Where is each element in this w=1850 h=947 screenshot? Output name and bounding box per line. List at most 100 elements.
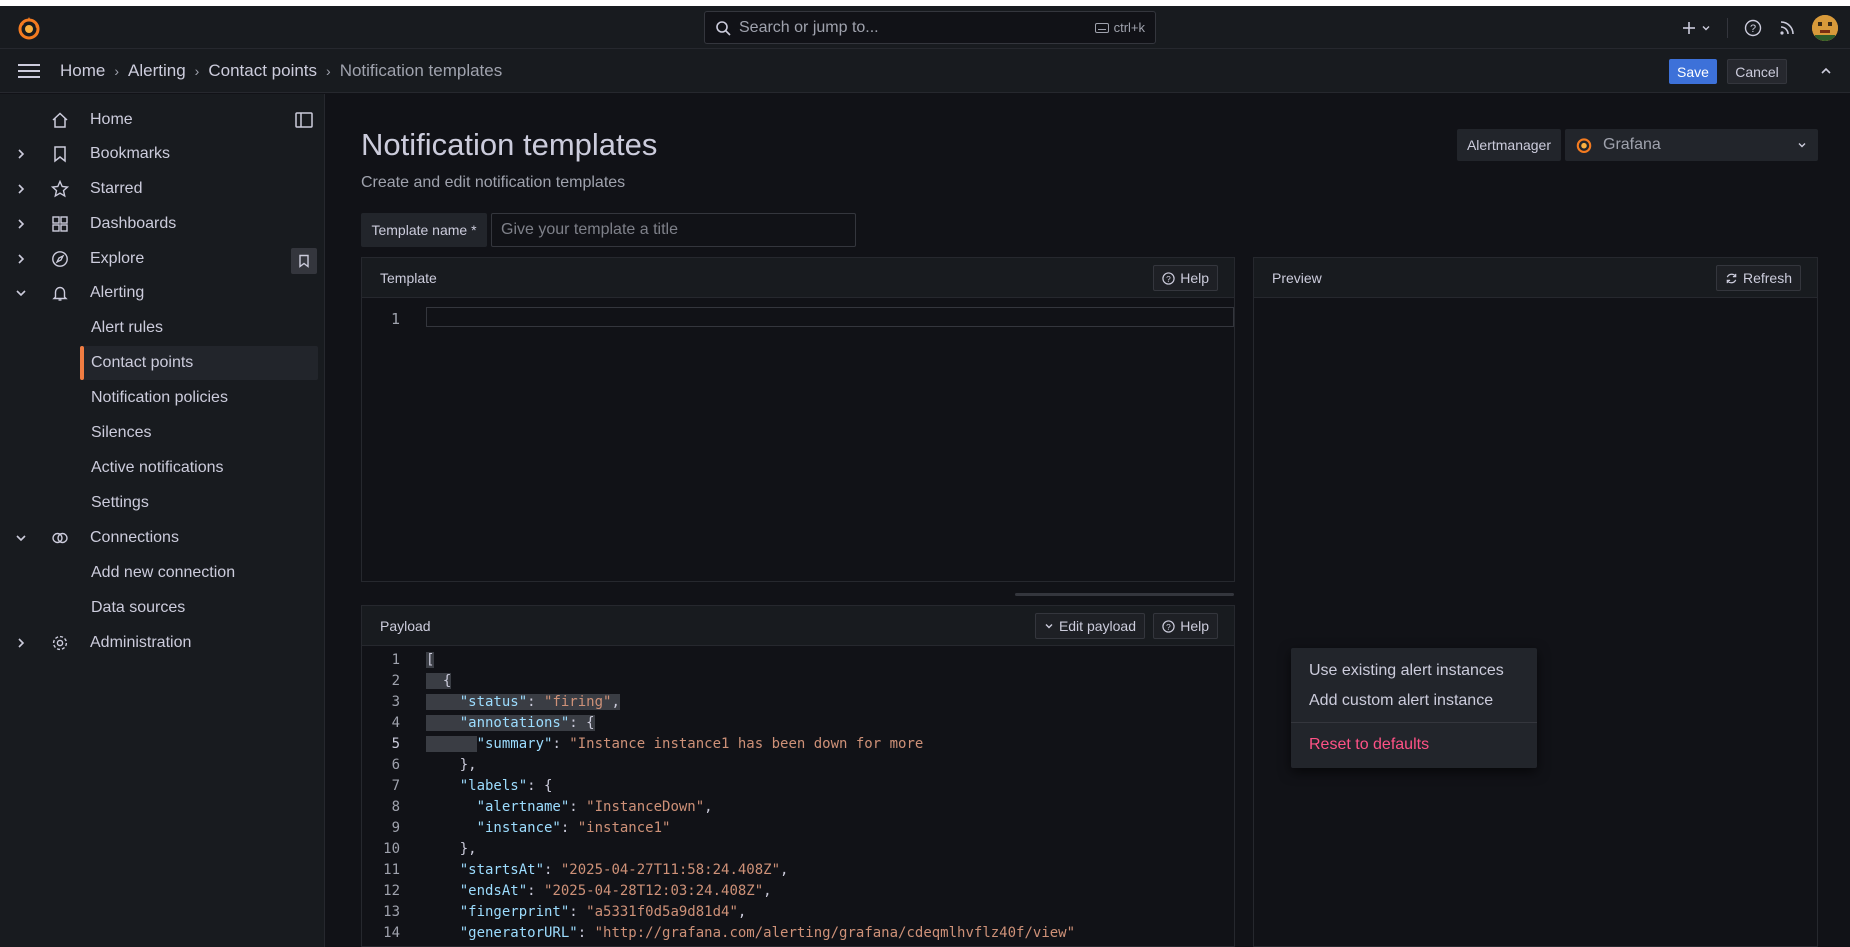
preview-panel: Preview Refresh [1253, 257, 1818, 947]
grafana-logo-icon[interactable] [16, 15, 42, 41]
plus-icon [1683, 22, 1695, 34]
collapse-header-button[interactable] [1815, 60, 1837, 82]
sidebar-item-alert-rules[interactable]: Alert rules [80, 311, 318, 345]
chevron-right-icon[interactable] [14, 252, 28, 266]
chevron-right-icon[interactable] [14, 636, 28, 650]
edit-payload-menu: Use existing alert instances Add custom … [1291, 648, 1537, 768]
sidebar-item-dashboards[interactable]: Dashboards [0, 207, 318, 241]
sidebar-item-contact-points[interactable]: Contact points [80, 346, 318, 380]
sidebar-item-add-new-connection[interactable]: Add new connection [80, 556, 318, 590]
page-title: Notification templates [361, 127, 658, 162]
code-key: "annotations" [459, 715, 570, 731]
star-icon [51, 180, 69, 198]
sidebar-item-data-sources[interactable]: Data sources [80, 591, 318, 625]
page-subtitle: Create and edit notification templates [361, 174, 626, 191]
sidebar-item-label: Alerting [90, 284, 145, 301]
help-label: Help [1180, 270, 1209, 286]
sidebar-item-bookmarks[interactable]: Bookmarks [0, 137, 318, 171]
code-line: "status": "firing", [426, 694, 620, 710]
breadcrumb-alerting[interactable]: Alerting [128, 61, 186, 81]
search-shortcut: ctrl+k [1094, 20, 1145, 35]
line-number: 11 [383, 862, 400, 878]
template-name-input[interactable] [491, 213, 856, 247]
refresh-button[interactable]: Refresh [1715, 265, 1801, 291]
chevron-down-icon[interactable] [14, 286, 28, 300]
sidebar-item-active-notifications[interactable]: Active notifications [80, 451, 318, 485]
code-string: "2025-04-27T11:58:24.408Z" [560, 862, 781, 878]
code-key: "endsAt" [459, 883, 528, 899]
apps-icon [52, 216, 68, 232]
payload-editor[interactable]: 1 2 3 4 5 6 7 8 9 10 11 12 13 14 [ { "st… [362, 646, 1234, 946]
line-number: 3 [391, 694, 400, 710]
breadcrumb-bar: Home › Alerting › Contact points › Notif… [0, 49, 1850, 93]
line-number: 1 [391, 652, 400, 668]
breadcrumb-separator: › [326, 63, 331, 79]
sidebar-item-label: Dashboards [90, 215, 177, 232]
new-menu-button[interactable] [1681, 20, 1711, 36]
line-number: 9 [391, 820, 400, 836]
edit-payload-button[interactable]: Edit payload [1034, 613, 1145, 639]
sidebar-item-administration[interactable]: Administration [0, 626, 318, 660]
code-key: "alertname" [476, 799, 570, 815]
edit-payload-label: Edit payload [1058, 618, 1136, 634]
line-number: 2 [391, 673, 400, 689]
sidebar-item-explore[interactable]: Explore [0, 242, 318, 276]
sidebar: Home Bookmarks Starred Dashboards Explor… [0, 94, 325, 947]
code-line: "endsAt": "2025-04-28T12:03:24.408Z", [459, 883, 772, 899]
sidebar-item-settings[interactable]: Settings [80, 486, 318, 520]
template-name-label: Template name * [361, 213, 487, 247]
search-bar[interactable]: Search or jump to... ctrl+k [704, 11, 1156, 44]
code-key: "status" [459, 694, 528, 710]
line-number: 7 [391, 778, 400, 794]
chevron-right-icon[interactable] [14, 147, 28, 161]
chevron-right-icon[interactable] [14, 217, 28, 231]
grafana-logo-icon [1576, 138, 1592, 153]
payload-help-button[interactable]: ? Help [1153, 613, 1218, 639]
code-token: [ [426, 652, 435, 668]
menu-icon[interactable] [18, 63, 40, 79]
sidebar-item-notification-policies[interactable]: Notification policies [80, 381, 318, 415]
sync-icon [1726, 273, 1737, 283]
main-content: Notification templates Create and edit n… [326, 94, 1850, 947]
help-circle-icon: ? [1162, 271, 1175, 285]
help-icon[interactable]: ? [1744, 19, 1762, 37]
cancel-button[interactable]: Cancel [1727, 59, 1787, 84]
sidebar-item-alerting[interactable]: Alerting [0, 276, 318, 310]
menu-item-use-existing-alert-instances[interactable]: Use existing alert instances [1309, 662, 1504, 680]
template-help-button[interactable]: ? Help [1153, 265, 1218, 291]
breadcrumb-contact-points[interactable]: Contact points [208, 61, 317, 81]
chevron-right-icon[interactable] [14, 182, 28, 196]
user-avatar[interactable] [1812, 15, 1838, 41]
alertmanager-select[interactable]: Grafana [1565, 129, 1818, 161]
rss-icon[interactable] [1778, 19, 1796, 37]
bookmark-page-button[interactable] [291, 248, 317, 274]
sidebar-item-label: Starred [90, 180, 143, 197]
chevron-down-icon[interactable] [14, 531, 28, 545]
bookmark-icon [54, 146, 66, 163]
template-panel-header: Template ? Help [362, 258, 1234, 298]
line-number: 14 [383, 925, 400, 941]
sidebar-item-home[interactable]: Home [0, 103, 318, 137]
refresh-label: Refresh [1742, 270, 1792, 286]
template-editor[interactable]: 1 [362, 298, 1234, 581]
sidebar-item-starred[interactable]: Starred [0, 172, 318, 206]
svg-text:?: ? [1166, 621, 1171, 631]
line-number: 4 [391, 715, 400, 731]
line-number: 12 [383, 883, 400, 899]
breadcrumb-current: Notification templates [339, 61, 503, 80]
menu-item-reset-to-defaults[interactable]: Reset to defaults [1309, 736, 1429, 754]
code-key: "labels" [459, 778, 528, 794]
code-string: "firing" [544, 694, 612, 710]
code-line: }, [426, 757, 477, 773]
menu-divider [1291, 722, 1537, 723]
alertmanager-value: Grafana [1603, 136, 1661, 153]
link-icon [52, 532, 68, 544]
search-shortcut-label: ctrl+k [1113, 20, 1145, 35]
menu-item-add-custom-alert-instance[interactable]: Add custom alert instance [1309, 692, 1493, 710]
breadcrumb-home[interactable]: Home [60, 61, 105, 81]
save-button[interactable]: Save [1669, 59, 1717, 84]
sidebar-item-connections[interactable]: Connections [0, 521, 318, 555]
panel-resize-handle[interactable] [1015, 593, 1234, 596]
sidebar-item-label: Administration [90, 634, 192, 651]
sidebar-item-silences[interactable]: Silences [80, 416, 318, 450]
